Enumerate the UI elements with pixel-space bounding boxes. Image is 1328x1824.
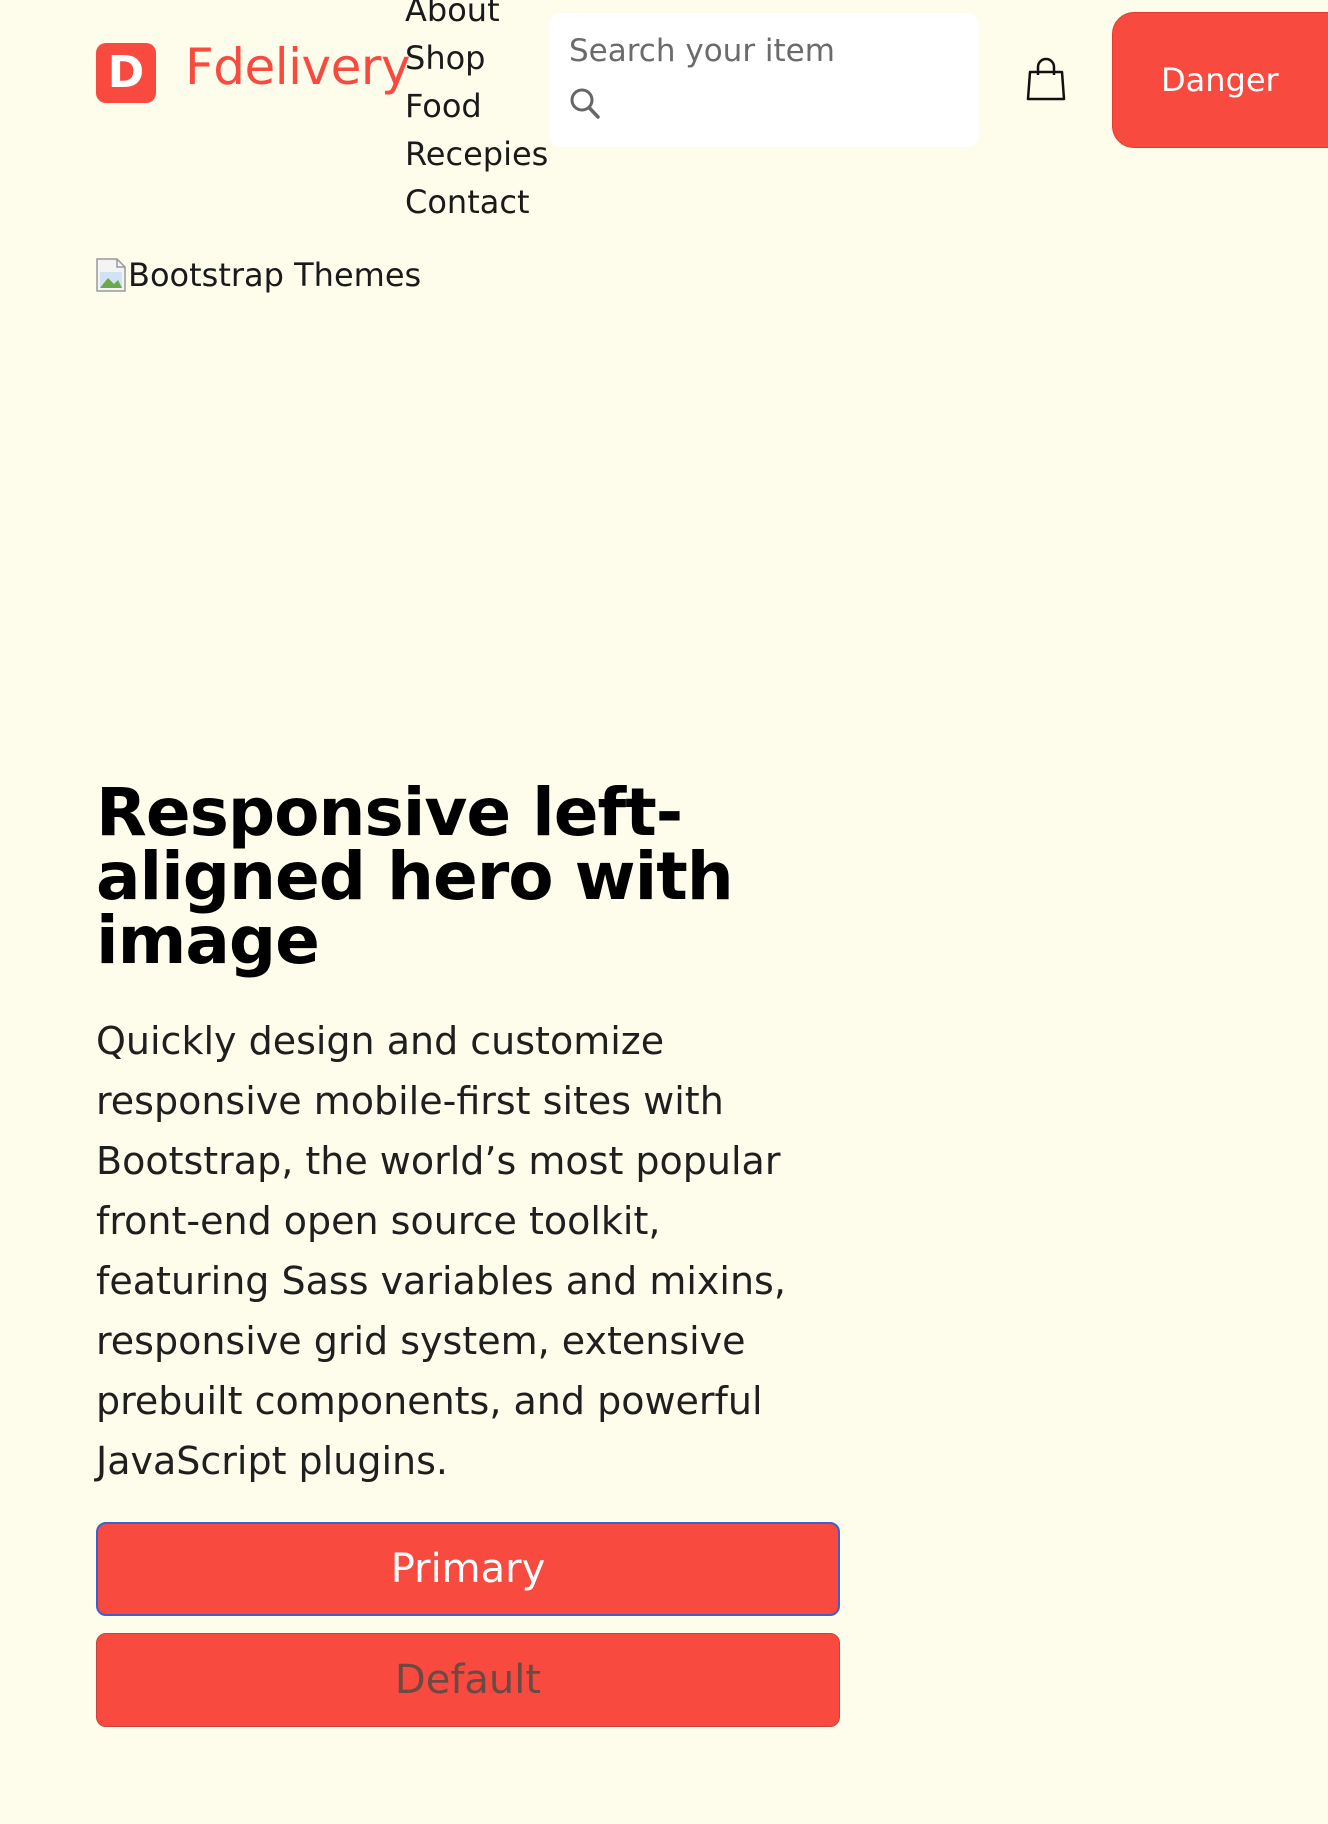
main-nav: About Shop Food Recepies Contact (405, 0, 548, 226)
hero-image-alt: Bootstrap Themes (128, 256, 422, 294)
brand-logo[interactable]: D (96, 43, 156, 103)
shopping-bag-icon[interactable] (1026, 56, 1066, 106)
hero-title: Responsive left-aligned hero with image (96, 774, 734, 979)
nav-item-food[interactable]: Food (405, 82, 548, 130)
danger-button[interactable]: Danger (1112, 12, 1328, 148)
broken-image-icon (96, 258, 126, 292)
search-box (549, 13, 979, 147)
nav-item-about[interactable]: About (405, 0, 548, 34)
search-input[interactable] (569, 33, 959, 69)
search-icon[interactable] (569, 87, 601, 125)
brand-logo-letter: D (107, 47, 145, 98)
primary-button[interactable]: Primary (96, 1522, 840, 1616)
nav-item-shop[interactable]: Shop (405, 34, 548, 82)
default-button[interactable]: Default (96, 1633, 840, 1727)
hero-lead: Quickly design and customize responsive … (96, 1019, 786, 1483)
nav-item-contact[interactable]: Contact (405, 178, 548, 226)
nav-item-recepies[interactable]: Recepies (405, 130, 548, 178)
brand-name[interactable]: Fdelivery (185, 38, 411, 96)
hero-image: Bootstrap Themes (96, 256, 421, 294)
